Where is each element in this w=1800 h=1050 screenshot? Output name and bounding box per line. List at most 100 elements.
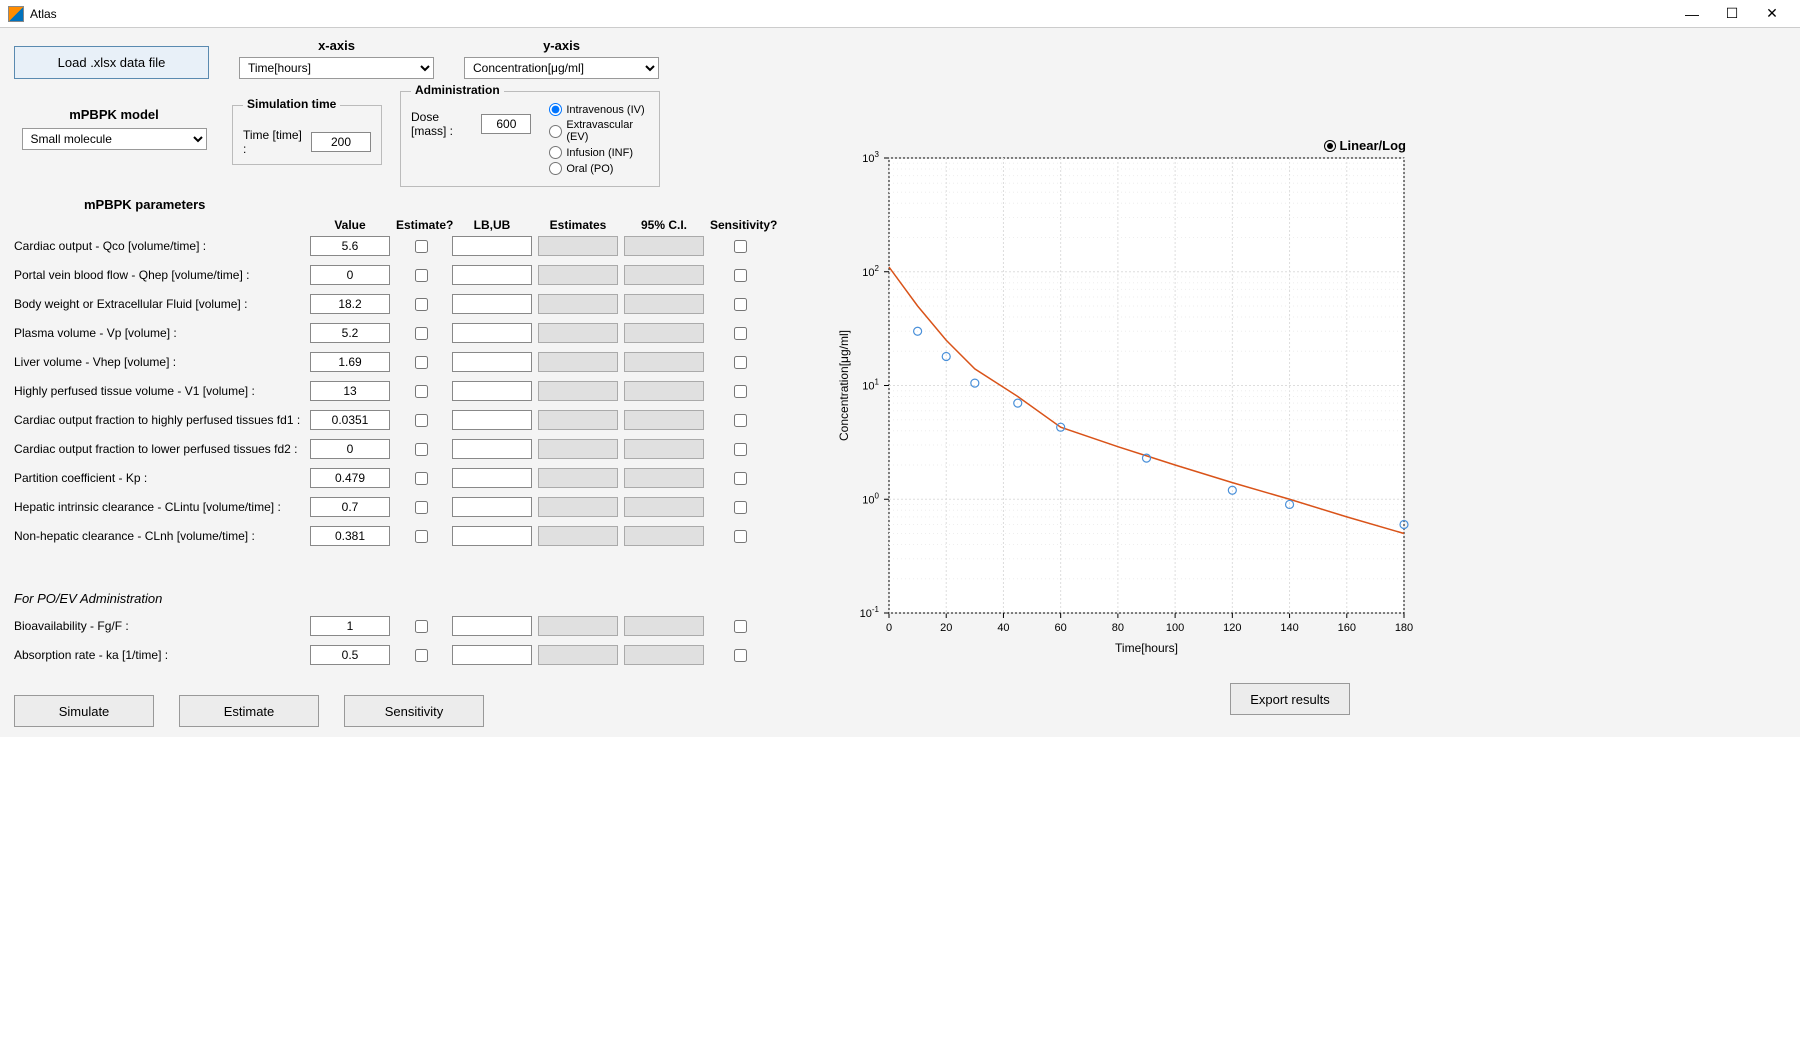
sensitivity-checkbox[interactable] bbox=[734, 620, 747, 633]
lbub-input[interactable] bbox=[452, 265, 532, 285]
ci-box bbox=[624, 616, 704, 636]
sensitivity-button[interactable]: Sensitivity bbox=[344, 695, 484, 727]
sensitivity-checkbox[interactable] bbox=[734, 385, 747, 398]
param-value-input[interactable] bbox=[310, 468, 390, 488]
sensitivity-checkbox[interactable] bbox=[734, 240, 747, 253]
x-axis-select[interactable]: Time[hours] bbox=[239, 57, 434, 79]
lbub-input[interactable] bbox=[452, 410, 532, 430]
estimates-box bbox=[538, 352, 618, 372]
estimate-checkbox[interactable] bbox=[415, 620, 428, 633]
sensitivity-checkbox[interactable] bbox=[734, 269, 747, 282]
estimate-checkbox[interactable] bbox=[415, 356, 428, 369]
lbub-input[interactable] bbox=[452, 323, 532, 343]
param-label: Bioavailability - Fg/F : bbox=[14, 619, 304, 633]
svg-text:102: 102 bbox=[862, 264, 879, 279]
estimate-checkbox[interactable] bbox=[415, 385, 428, 398]
svg-text:20: 20 bbox=[940, 622, 952, 634]
param-value-input[interactable] bbox=[310, 381, 390, 401]
param-label: Portal vein blood flow - Qhep [volume/ti… bbox=[14, 268, 304, 282]
estimates-box bbox=[538, 497, 618, 517]
y-axis-select[interactable]: Concentration[μg/ml] bbox=[464, 57, 659, 79]
lbub-input[interactable] bbox=[452, 497, 532, 517]
svg-text:101: 101 bbox=[862, 378, 879, 393]
param-label: Plasma volume - Vp [volume] : bbox=[14, 326, 304, 340]
estimates-box bbox=[538, 381, 618, 401]
svg-text:Time[hours]: Time[hours] bbox=[1115, 641, 1178, 655]
param-value-input[interactable] bbox=[310, 616, 390, 636]
estimate-checkbox[interactable] bbox=[415, 414, 428, 427]
estimates-box bbox=[538, 645, 618, 665]
param-value-input[interactable] bbox=[310, 645, 390, 665]
sensitivity-checkbox[interactable] bbox=[734, 414, 747, 427]
dose-input[interactable] bbox=[481, 114, 531, 134]
param-value-input[interactable] bbox=[310, 439, 390, 459]
svg-text:160: 160 bbox=[1338, 622, 1356, 634]
estimate-checkbox[interactable] bbox=[415, 443, 428, 456]
estimate-button[interactable]: Estimate bbox=[179, 695, 319, 727]
param-value-input[interactable] bbox=[310, 497, 390, 517]
sensitivity-checkbox[interactable] bbox=[734, 472, 747, 485]
sensitivity-checkbox[interactable] bbox=[734, 443, 747, 456]
params-title: mPBPK parameters bbox=[84, 197, 814, 212]
param-value-input[interactable] bbox=[310, 410, 390, 430]
estimate-checkbox[interactable] bbox=[415, 530, 428, 543]
sensitivity-checkbox[interactable] bbox=[734, 501, 747, 514]
sensitivity-checkbox[interactable] bbox=[734, 327, 747, 340]
lbub-input[interactable] bbox=[452, 468, 532, 488]
lbub-input[interactable] bbox=[452, 645, 532, 665]
ci-box bbox=[624, 645, 704, 665]
param-label: Partition coefficient - Kp : bbox=[14, 471, 304, 485]
estimate-checkbox[interactable] bbox=[415, 649, 428, 662]
param-value-input[interactable] bbox=[310, 323, 390, 343]
admin-radio-2[interactable] bbox=[549, 146, 562, 159]
lbub-input[interactable] bbox=[452, 236, 532, 256]
linear-log-toggle[interactable]: Linear/Log bbox=[1324, 138, 1406, 153]
export-button[interactable]: Export results bbox=[1230, 683, 1350, 715]
model-select[interactable]: Small molecule bbox=[22, 128, 207, 150]
estimate-checkbox[interactable] bbox=[415, 472, 428, 485]
time-input[interactable] bbox=[311, 132, 371, 152]
lbub-input[interactable] bbox=[452, 616, 532, 636]
lbub-input[interactable] bbox=[452, 526, 532, 546]
param-label: Highly perfused tissue volume - V1 [volu… bbox=[14, 384, 304, 398]
param-value-input[interactable] bbox=[310, 265, 390, 285]
svg-text:100: 100 bbox=[1166, 622, 1184, 634]
ci-box bbox=[624, 410, 704, 430]
estimate-checkbox[interactable] bbox=[415, 501, 428, 514]
svg-text:0: 0 bbox=[886, 622, 892, 634]
close-button[interactable]: ✕ bbox=[1752, 2, 1792, 26]
estimate-checkbox[interactable] bbox=[415, 269, 428, 282]
poev-subsection-title: For PO/EV Administration bbox=[14, 591, 814, 606]
param-label: Absorption rate - ka [1/time] : bbox=[14, 648, 304, 662]
ci-box bbox=[624, 381, 704, 401]
admin-radio-3[interactable] bbox=[549, 162, 562, 175]
ci-box bbox=[624, 497, 704, 517]
lbub-input[interactable] bbox=[452, 381, 532, 401]
minimize-button[interactable]: — bbox=[1672, 2, 1712, 26]
admin-radio-0[interactable] bbox=[549, 103, 562, 116]
estimates-box bbox=[538, 439, 618, 459]
estimates-box bbox=[538, 236, 618, 256]
sensitivity-checkbox[interactable] bbox=[734, 649, 747, 662]
simulate-button[interactable]: Simulate bbox=[14, 695, 154, 727]
maximize-button[interactable]: ☐ bbox=[1712, 2, 1752, 26]
load-data-button[interactable]: Load .xlsx data file bbox=[14, 46, 209, 79]
lbub-input[interactable] bbox=[452, 439, 532, 459]
estimate-checkbox[interactable] bbox=[415, 327, 428, 340]
lbub-input[interactable] bbox=[452, 352, 532, 372]
sensitivity-checkbox[interactable] bbox=[734, 298, 747, 311]
ci-box bbox=[624, 236, 704, 256]
lbub-input[interactable] bbox=[452, 294, 532, 314]
svg-text:100: 100 bbox=[862, 491, 879, 506]
sensitivity-checkbox[interactable] bbox=[734, 356, 747, 369]
param-value-input[interactable] bbox=[310, 236, 390, 256]
estimate-checkbox[interactable] bbox=[415, 298, 428, 311]
sensitivity-checkbox[interactable] bbox=[734, 530, 747, 543]
param-value-input[interactable] bbox=[310, 352, 390, 372]
param-value-input[interactable] bbox=[310, 294, 390, 314]
time-label: Time [time] : bbox=[243, 128, 305, 156]
admin-radio-1[interactable] bbox=[549, 125, 562, 138]
param-value-input[interactable] bbox=[310, 526, 390, 546]
estimate-checkbox[interactable] bbox=[415, 240, 428, 253]
estimates-box bbox=[538, 323, 618, 343]
